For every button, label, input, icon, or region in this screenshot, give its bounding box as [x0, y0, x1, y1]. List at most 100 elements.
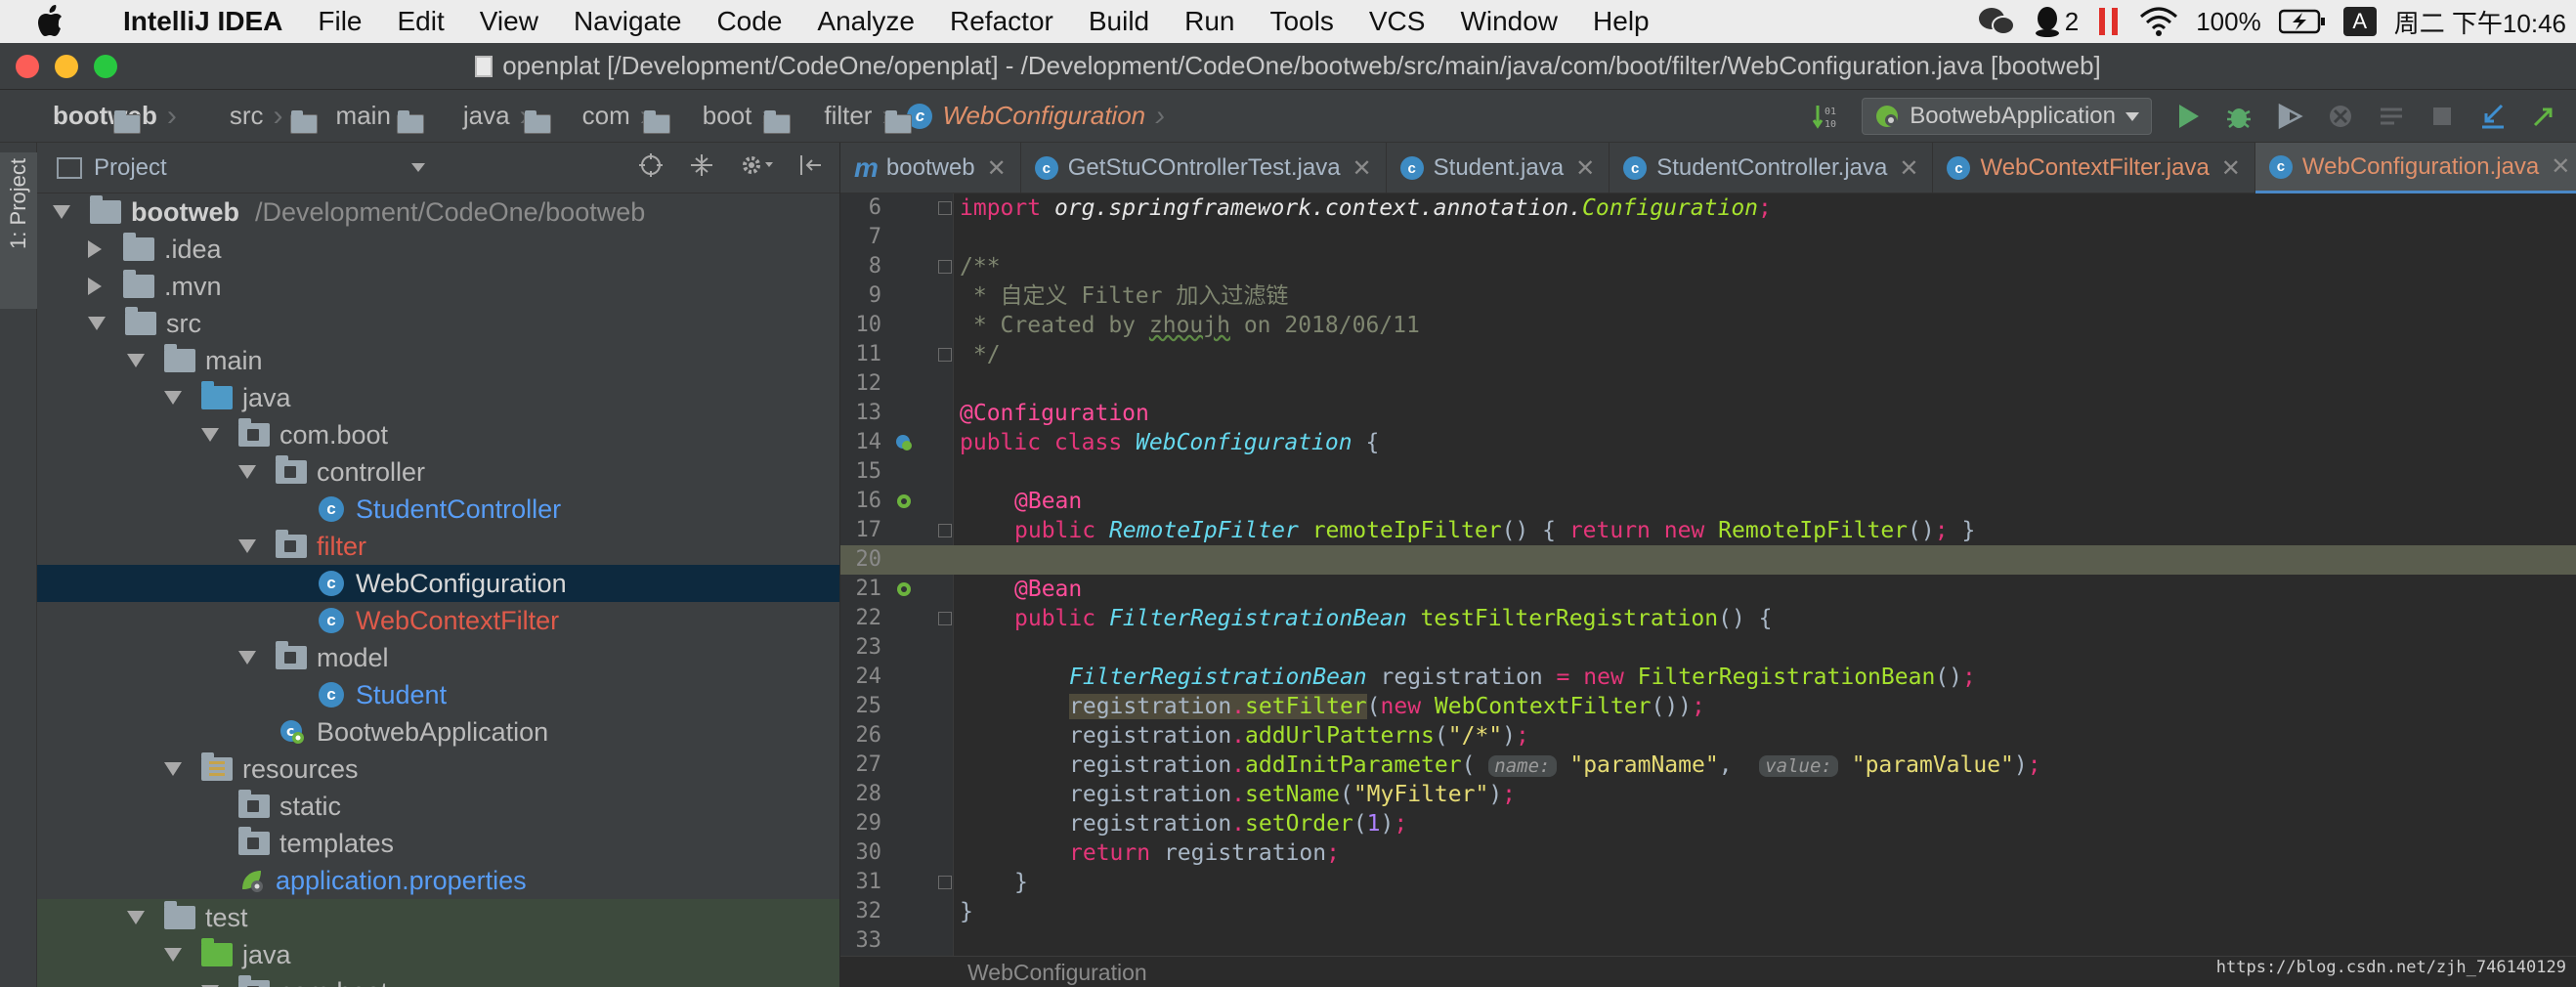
fold-marker-icon[interactable] — [938, 876, 952, 889]
close-icon[interactable]: ✕ — [2551, 152, 2570, 181]
tree-item-model[interactable]: model — [37, 639, 839, 676]
menu-refactor[interactable]: Refactor — [932, 6, 1071, 37]
menu-analyze[interactable]: Analyze — [799, 6, 932, 37]
tree-item-studentcontroller[interactable]: c StudentController — [37, 491, 839, 528]
vcs-commit-icon[interactable] — [2529, 102, 2558, 131]
expand-arrow-icon[interactable] — [53, 205, 70, 219]
menu-app-name[interactable]: IntelliJ IDEA — [104, 6, 300, 37]
menu-vcs[interactable]: VCS — [1352, 6, 1443, 37]
menu-run[interactable]: Run — [1167, 6, 1252, 37]
menu-build[interactable]: Build — [1071, 6, 1167, 37]
menu-window[interactable]: Window — [1442, 6, 1575, 37]
collapse-arrow-icon[interactable] — [88, 278, 102, 295]
tree-item-webconfiguration[interactable]: c WebConfiguration — [37, 565, 839, 602]
menu-help[interactable]: Help — [1575, 6, 1667, 37]
spring-bean-gutter-icon[interactable] — [895, 580, 913, 598]
menu-tools[interactable]: Tools — [1252, 6, 1351, 37]
breadcrumb-bootweb[interactable]: bootweb › — [0, 100, 177, 134]
collapse-arrow-icon[interactable] — [88, 240, 102, 258]
tree-item-student[interactable]: c Student — [37, 676, 839, 713]
expand-arrow-icon[interactable] — [88, 317, 106, 330]
tree-item-java[interactable]: java — [37, 379, 839, 416]
stop-icon[interactable] — [2427, 102, 2457, 131]
tree-item-filter[interactable]: filter — [37, 528, 839, 565]
project-panel-title[interactable]: Project — [94, 154, 167, 182]
expand-arrow-icon[interactable] — [127, 911, 145, 924]
tree-item-src[interactable]: src — [37, 305, 839, 342]
fold-marker-icon[interactable] — [938, 348, 952, 362]
expand-arrow-icon[interactable] — [238, 539, 256, 553]
profiler-icon[interactable] — [2326, 102, 2355, 131]
tree-item-static[interactable]: static — [37, 788, 839, 825]
fold-marker-icon[interactable] — [938, 201, 952, 215]
tab-getstucontrollertest[interactable]: c GetStuCOntrollerTest.java ✕ — [1021, 143, 1387, 193]
breadcrumb-webconfiguration[interactable]: c WebConfiguration › — [891, 100, 1165, 133]
run-configuration-select[interactable]: BootwebApplication — [1862, 98, 2152, 135]
tree-item-bootwebapplication[interactable]: c BootwebApplication — [37, 713, 839, 751]
breadcrumb-src[interactable]: src › — [177, 100, 318, 134]
expand-arrow-icon[interactable] — [164, 391, 182, 405]
sort-icon[interactable]: 01 10 — [1811, 102, 1840, 131]
locate-icon[interactable] — [638, 152, 664, 185]
fold-marker-icon[interactable] — [938, 612, 952, 625]
menu-file[interactable]: File — [300, 6, 379, 37]
project-tool-tab[interactable]: 1: Project — [0, 152, 37, 309]
fold-marker-icon[interactable] — [938, 524, 952, 537]
tree-item-idea[interactable]: .idea — [37, 231, 839, 268]
tab-webconfiguration[interactable]: c WebConfiguration.java ✕ — [2254, 143, 2576, 193]
tree-item-test-java[interactable]: java — [37, 936, 839, 973]
menu-code[interactable]: Code — [699, 6, 799, 37]
gear-icon[interactable] — [740, 152, 773, 185]
spring-bean-gutter-icon[interactable] — [895, 493, 913, 510]
coverage-icon[interactable] — [2275, 102, 2304, 131]
apple-icon[interactable] — [35, 5, 84, 38]
tab-bootweb[interactable]: m bootweb ✕ — [840, 143, 1021, 193]
tree-item-mvn[interactable]: .mvn — [37, 268, 839, 305]
tree-item-resources[interactable]: resources — [37, 751, 839, 788]
expand-arrow-icon[interactable] — [238, 465, 256, 479]
wechat-icon[interactable] — [1977, 5, 2016, 38]
tab-student[interactable]: c Student.java ✕ — [1387, 143, 1610, 193]
vcs-update-icon[interactable] — [2478, 102, 2508, 131]
close-icon[interactable]: ✕ — [987, 154, 1007, 183]
code-editor[interactable]: 6 import org.springframework.context.ann… — [840, 193, 2576, 956]
expand-arrow-icon[interactable] — [127, 354, 145, 367]
fold-marker-icon[interactable] — [938, 260, 952, 274]
close-icon[interactable]: ✕ — [1899, 154, 1918, 183]
clock[interactable]: 周二 下午10:46 — [2394, 4, 2566, 40]
expand-arrow-icon[interactable] — [238, 651, 256, 665]
spring-bean-gutter-icon[interactable] — [895, 434, 913, 451]
collapse-all-icon[interactable] — [689, 152, 714, 185]
tree-item-application-properties[interactable]: application.properties — [37, 862, 839, 899]
run-icon[interactable] — [2173, 102, 2203, 131]
tree-item-templates[interactable]: templates — [37, 825, 839, 862]
expand-arrow-icon[interactable] — [164, 948, 182, 962]
menu-view[interactable]: View — [462, 6, 556, 37]
battery-icon[interactable] — [2278, 9, 2326, 34]
tree-item-bootweb[interactable]: bootweb /Development/CodeOne/bootweb — [37, 193, 839, 231]
hide-panel-icon[interactable] — [798, 152, 824, 185]
expand-arrow-icon[interactable] — [201, 428, 219, 442]
tab-webcontextfilter[interactable]: c WebContextFilter.java ✕ — [1933, 143, 2255, 193]
input-source-icon[interactable]: A — [2342, 7, 2377, 36]
wifi-icon[interactable] — [2139, 7, 2178, 36]
tree-item-controller[interactable]: controller — [37, 453, 839, 491]
debug-icon[interactable] — [2224, 102, 2254, 131]
tree-item-test-com-boot[interactable]: com.boot — [37, 973, 839, 987]
close-icon[interactable]: ✕ — [1352, 154, 1372, 183]
build-icon[interactable] — [2377, 102, 2406, 131]
close-icon[interactable]: ✕ — [2221, 154, 2241, 183]
menu-navigate[interactable]: Navigate — [556, 6, 700, 37]
breadcrumb-java[interactable]: java› — [410, 100, 551, 134]
qq-icon[interactable]: 2 — [2034, 5, 2079, 38]
recording-pause-icon[interactable] — [2096, 6, 2122, 37]
tree-item-test[interactable]: test — [37, 899, 839, 936]
tree-item-com-boot[interactable]: com.boot — [37, 416, 839, 453]
expand-arrow-icon[interactable] — [164, 762, 182, 776]
tree-item-main[interactable]: main — [37, 342, 839, 379]
menu-edit[interactable]: Edit — [380, 6, 462, 37]
tree-item-webcontextfilter[interactable]: c WebContextFilter — [37, 602, 839, 639]
tab-studentcontroller[interactable]: c StudentController.java ✕ — [1610, 143, 1934, 193]
chevron-down-icon[interactable] — [410, 163, 425, 172]
close-icon[interactable]: ✕ — [1575, 154, 1595, 183]
